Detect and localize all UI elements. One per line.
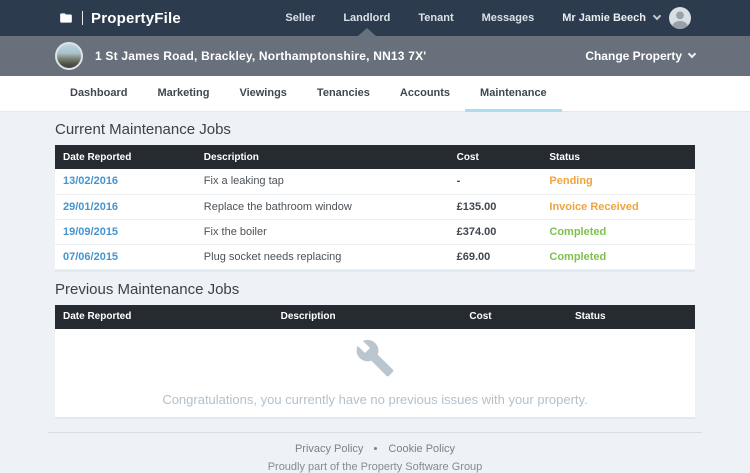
folder-icon	[58, 11, 74, 25]
column-header-cost: Cost	[449, 145, 542, 169]
property-photo	[55, 42, 83, 70]
job-description: Replace the bathroom window	[196, 194, 449, 219]
dot-separator	[374, 447, 377, 450]
table-row: 29/01/2016 Replace the bathroom window £…	[55, 194, 695, 219]
privacy-policy-link[interactable]: Privacy Policy	[295, 443, 363, 455]
column-header-description: Description	[196, 145, 449, 169]
tab-dashboard[interactable]: Dashboard	[55, 76, 142, 112]
table-row: 07/06/2015 Plug socket needs replacing £…	[55, 244, 695, 269]
brand-divider	[82, 11, 83, 25]
table-row: 13/02/2016 Fix a leaking tap - Pending	[55, 169, 695, 194]
user-avatar[interactable]	[668, 6, 692, 30]
wrench-icon	[355, 338, 395, 383]
job-status-badge: Completed	[541, 244, 695, 269]
job-date-link[interactable]: 19/09/2015	[55, 219, 196, 244]
section-tabs: Dashboard Marketing Viewings Tenancies A…	[0, 76, 750, 112]
page-footer: Privacy Policy Cookie Policy Proudly par…	[48, 432, 702, 473]
tab-viewings[interactable]: Viewings	[224, 76, 301, 112]
job-status-badge: Pending	[541, 169, 695, 194]
job-cost: £135.00	[449, 194, 542, 219]
nav-item-seller[interactable]: Seller	[271, 0, 329, 36]
tab-maintenance[interactable]: Maintenance	[465, 76, 562, 112]
tab-marketing[interactable]: Marketing	[142, 76, 224, 112]
job-description: Fix a leaking tap	[196, 169, 449, 194]
column-header-cost: Cost	[461, 305, 567, 329]
table-header-row: Date Reported Description Cost Status	[55, 305, 695, 329]
brand-logo[interactable]: PropertyFile	[58, 10, 181, 27]
nav-item-tenant[interactable]: Tenant	[404, 0, 467, 36]
empty-state-message: Congratulations, you currently have no p…	[162, 392, 587, 407]
job-date-link[interactable]: 13/02/2016	[55, 169, 196, 194]
column-header-date: Date Reported	[55, 145, 196, 169]
tab-accounts[interactable]: Accounts	[385, 76, 465, 112]
column-header-status: Status	[541, 145, 695, 169]
current-jobs-title: Current Maintenance Jobs	[55, 121, 695, 138]
table-header-row: Date Reported Description Cost Status	[55, 145, 695, 169]
nav-item-landlord[interactable]: Landlord	[329, 0, 404, 36]
column-header-date: Date Reported	[55, 305, 273, 329]
previous-jobs-title: Previous Maintenance Jobs	[55, 281, 695, 298]
current-jobs-table: Date Reported Description Cost Status 13…	[55, 145, 695, 272]
main-content: Current Maintenance Jobs Date Reported D…	[0, 121, 750, 419]
footer-tagline: Proudly part of the Property Software Gr…	[48, 461, 702, 473]
job-status-badge: Completed	[541, 219, 695, 244]
chevron-down-icon	[688, 50, 696, 58]
primary-nav: Seller Landlord Tenant Messages	[271, 0, 548, 36]
job-cost: £374.00	[449, 219, 542, 244]
column-header-status: Status	[567, 305, 695, 329]
brand-name: PropertyFile	[91, 10, 181, 27]
footer-links: Privacy Policy Cookie Policy	[48, 443, 702, 455]
nav-item-messages[interactable]: Messages	[468, 0, 549, 36]
change-property-button[interactable]: Change Property	[585, 49, 695, 63]
job-date-link[interactable]: 07/06/2015	[55, 244, 196, 269]
job-cost: -	[449, 169, 542, 194]
change-property-label: Change Property	[585, 49, 682, 63]
job-date-link[interactable]: 29/01/2016	[55, 194, 196, 219]
property-bar: 1 St James Road, Brackley, Northamptonsh…	[0, 36, 750, 76]
column-header-description: Description	[273, 305, 462, 329]
user-menu[interactable]: Mr Jamie Beech	[562, 6, 692, 30]
tab-tenancies[interactable]: Tenancies	[302, 76, 385, 112]
job-cost: £69.00	[449, 244, 542, 269]
cookie-policy-link[interactable]: Cookie Policy	[388, 443, 455, 455]
job-description: Plug socket needs replacing	[196, 244, 449, 269]
previous-jobs-empty-state: Congratulations, you currently have no p…	[55, 329, 695, 417]
chevron-down-icon	[653, 12, 661, 20]
previous-jobs-table: Date Reported Description Cost Status Co…	[55, 305, 695, 419]
job-description: Fix the boiler	[196, 219, 449, 244]
table-row: 19/09/2015 Fix the boiler £374.00 Comple…	[55, 219, 695, 244]
job-status-badge: Invoice Received	[541, 194, 695, 219]
user-name: Mr Jamie Beech	[562, 12, 646, 24]
property-address: 1 St James Road, Brackley, Northamptonsh…	[95, 49, 426, 63]
top-navbar: PropertyFile Seller Landlord Tenant Mess…	[0, 0, 750, 36]
